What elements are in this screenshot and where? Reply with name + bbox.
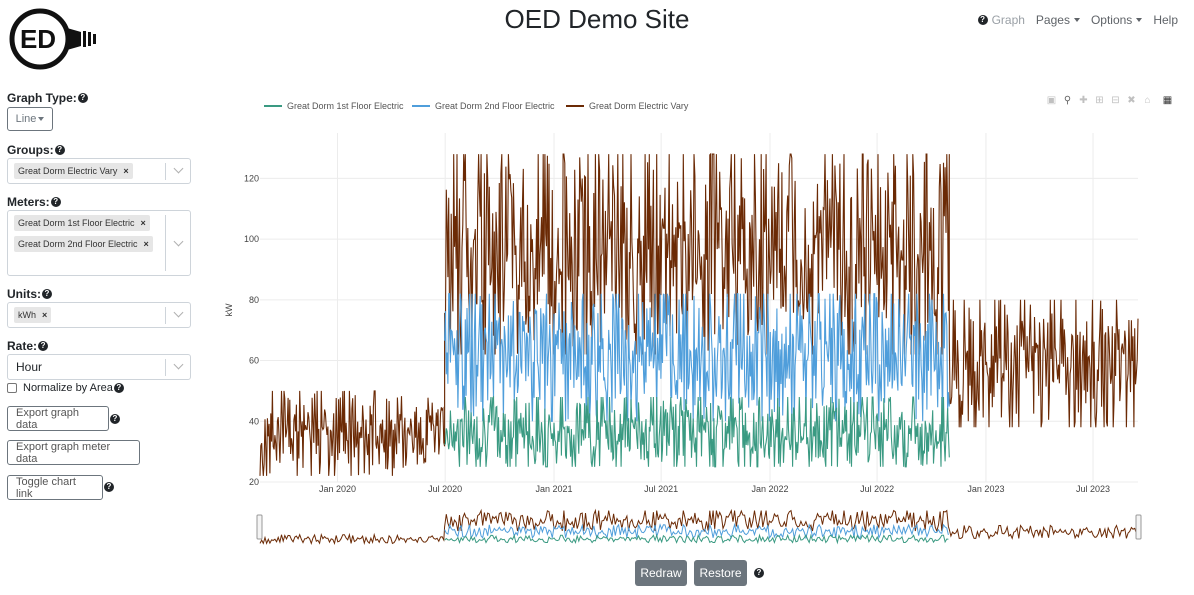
redraw-button[interactable]: Redraw — [635, 560, 687, 586]
x-tick-label: Jan 2020 — [319, 484, 356, 494]
legend-item[interactable]: Great Dorm 2nd Floor Electric — [435, 101, 555, 111]
slider-handle-right[interactable] — [1135, 514, 1142, 540]
y-axis-label: kW — [224, 303, 234, 317]
x-tick-label: Jul 2023 — [1076, 484, 1110, 494]
y-tick-label: 80 — [249, 295, 259, 305]
y-tick-label: 60 — [249, 356, 259, 366]
y-tick-label: 20 — [249, 477, 259, 487]
x-tick-label: Jan 2023 — [967, 484, 1004, 494]
legend-item[interactable]: Great Dorm 1st Floor Electric — [287, 101, 404, 111]
chart-lines[interactable] — [259, 152, 1139, 476]
restore-button[interactable]: Restore — [694, 560, 747, 586]
x-tick-label: Jul 2020 — [428, 484, 462, 494]
help-icon[interactable]: ? — [754, 568, 764, 578]
x-tick-label: Jul 2022 — [860, 484, 894, 494]
legend-item[interactable]: Great Dorm Electric Vary — [589, 101, 689, 111]
x-tick-label: Jan 2021 — [536, 484, 573, 494]
range-slider[interactable] — [256, 506, 1142, 548]
y-tick-label: 40 — [249, 416, 259, 426]
chart-legend: Great Dorm 1st Floor Electric Great Dorm … — [264, 101, 689, 111]
x-tick-label: Jul 2021 — [644, 484, 678, 494]
chart: Great Dorm 1st Floor Electric Great Dorm … — [224, 101, 1142, 548]
y-tick-label: 120 — [244, 173, 259, 183]
y-tick-label: 100 — [244, 234, 259, 244]
slider-handle-left[interactable] — [256, 514, 263, 540]
series-line[interactable] — [444, 395, 950, 468]
x-tick-label: Jan 2022 — [751, 484, 788, 494]
